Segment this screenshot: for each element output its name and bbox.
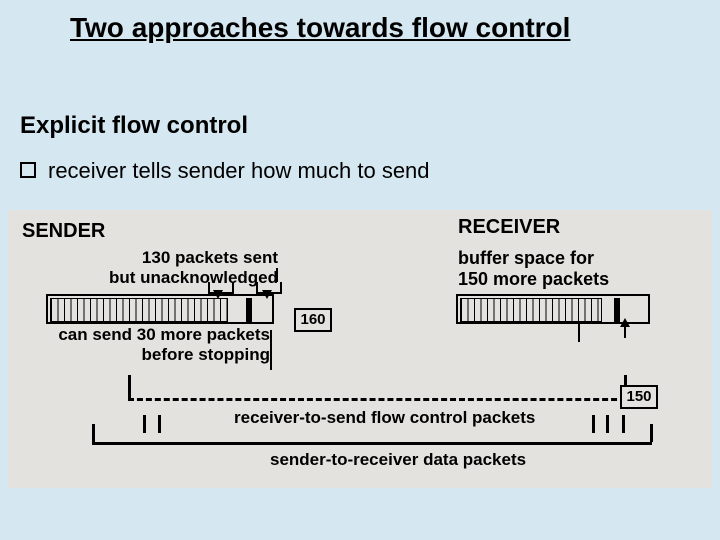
connector-line [650, 424, 653, 442]
flow-control-bus-line [128, 398, 626, 401]
connector-line [578, 324, 580, 342]
value-160-box: 160 [294, 308, 332, 332]
tick-mark [606, 415, 609, 433]
flow-control-diagram: SENDER RECEIVER 130 packets sent but una… [8, 210, 712, 488]
tick-mark [143, 415, 146, 433]
flow-packets-label: receiver-to-send flow control packets [234, 408, 535, 428]
receiver-label: RECEIVER [458, 216, 560, 239]
sender-label: SENDER [22, 220, 105, 243]
data-packets-line [92, 442, 652, 445]
sender-buffer-box [46, 294, 274, 324]
sender-buffer-fill [50, 298, 228, 322]
bullet-text: receiver tells sender how much to send [48, 158, 430, 184]
receiver-buffer-fill [460, 298, 602, 322]
section-heading: Explicit flow control [20, 112, 248, 140]
arrow-down-icon [213, 290, 223, 299]
sender-buffer-marker [246, 298, 252, 322]
receiver-buffer-text: buffer space for 150 more packets [458, 248, 609, 289]
bullet-icon [20, 162, 36, 178]
connector-line [624, 324, 626, 338]
slide-title: Two approaches towards flow control [70, 12, 570, 44]
sender-packets-text: 130 packets sent but unacknowledged [78, 248, 278, 287]
tick-mark [592, 415, 595, 433]
tick-mark [622, 415, 625, 433]
connector-line [128, 375, 131, 398]
arrow-down-icon [262, 290, 272, 299]
connector-line [92, 424, 95, 442]
bullet-row: receiver tells sender how much to send [20, 158, 430, 184]
value-150-box: 150 [620, 385, 658, 409]
tick-mark [158, 415, 161, 433]
connector-line [270, 330, 272, 370]
data-packets-label: sender-to-receiver data packets [270, 450, 526, 470]
can-send-text: can send 30 more packets before stopping [44, 325, 270, 364]
connector-line [276, 268, 278, 282]
